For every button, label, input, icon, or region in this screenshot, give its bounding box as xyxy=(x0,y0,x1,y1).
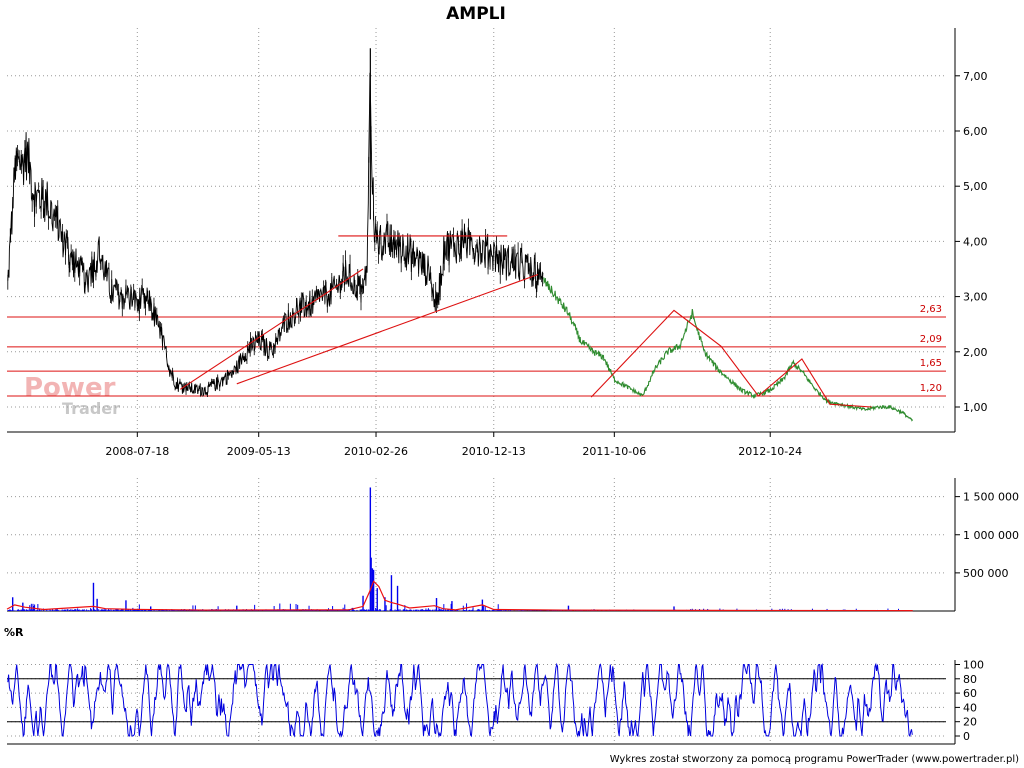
osc-y-tick-label: 40 xyxy=(963,701,977,714)
williams-r-line xyxy=(7,662,913,738)
osc-y-tick-label: 100 xyxy=(963,659,984,672)
price-y-tick-label: 3,00 xyxy=(963,291,988,304)
price-y-tick-label: 6,00 xyxy=(963,125,988,138)
volume-average xyxy=(6,580,913,612)
price-y-tick-label: 5,00 xyxy=(963,180,988,193)
oscillator-panel-name: %R xyxy=(4,626,24,639)
price-x-tick-label: 2011-10-06 xyxy=(582,445,646,458)
price-x-tick-label: 2010-12-13 xyxy=(462,445,526,458)
osc-y-tick-label: 20 xyxy=(963,716,977,729)
osc-y-tick-label: 80 xyxy=(963,673,977,686)
price-x-tick-label: 2009-05-13 xyxy=(227,445,291,458)
price-x-tick-label: 2008-07-18 xyxy=(105,445,169,458)
volume-axis: 500 000 1 000 000 1 500 000 xyxy=(7,478,1019,612)
chart-title: AMPLI xyxy=(446,4,506,24)
volume-y-tick-label: 1 000 000 xyxy=(963,529,1019,542)
watermark-trader: Trader xyxy=(62,399,120,418)
osc-y-tick-label: 0 xyxy=(963,730,970,743)
volume-y-tick-label: 1 500 000 xyxy=(963,491,1019,504)
price-axis: 2008-07-18 2009-05-13 2010-02-26 2010-12-13… xyxy=(7,28,988,458)
williams-r-series xyxy=(7,662,913,738)
support-level-label: 2,09 xyxy=(920,334,942,345)
support-level-label: 1,20 xyxy=(920,383,942,394)
support-level-label: 1,65 xyxy=(920,358,942,369)
stock-chart: AMPLI Power Trader 2008-07-18 2009-05-13 2… xyxy=(4,4,1019,765)
volume-y-tick-label: 500 000 xyxy=(963,567,1009,580)
price-y-tick-label: 4,00 xyxy=(963,235,988,248)
support-level-label: 2,63 xyxy=(920,304,942,315)
volume-bars xyxy=(7,487,913,611)
price-line-late xyxy=(543,277,914,422)
price-y-tick-label: 7,00 xyxy=(963,70,988,83)
volume-panel-grid xyxy=(7,478,946,611)
price-y-tick-label: 1,00 xyxy=(963,401,988,414)
credit-text: Wykres został stworzony za pomocą progra… xyxy=(610,754,1019,765)
price-series xyxy=(7,48,914,422)
price-line-early xyxy=(7,72,544,398)
support-levels: 2,63 2,09 1,65 1,20 xyxy=(7,304,946,397)
price-x-tick-label: 2012-10-24 xyxy=(738,445,802,458)
price-y-tick-label: 2,00 xyxy=(963,346,988,359)
osc-y-tick-label: 60 xyxy=(963,687,977,700)
volume-average-line xyxy=(6,580,913,612)
price-x-tick-label: 2010-02-26 xyxy=(344,445,408,458)
